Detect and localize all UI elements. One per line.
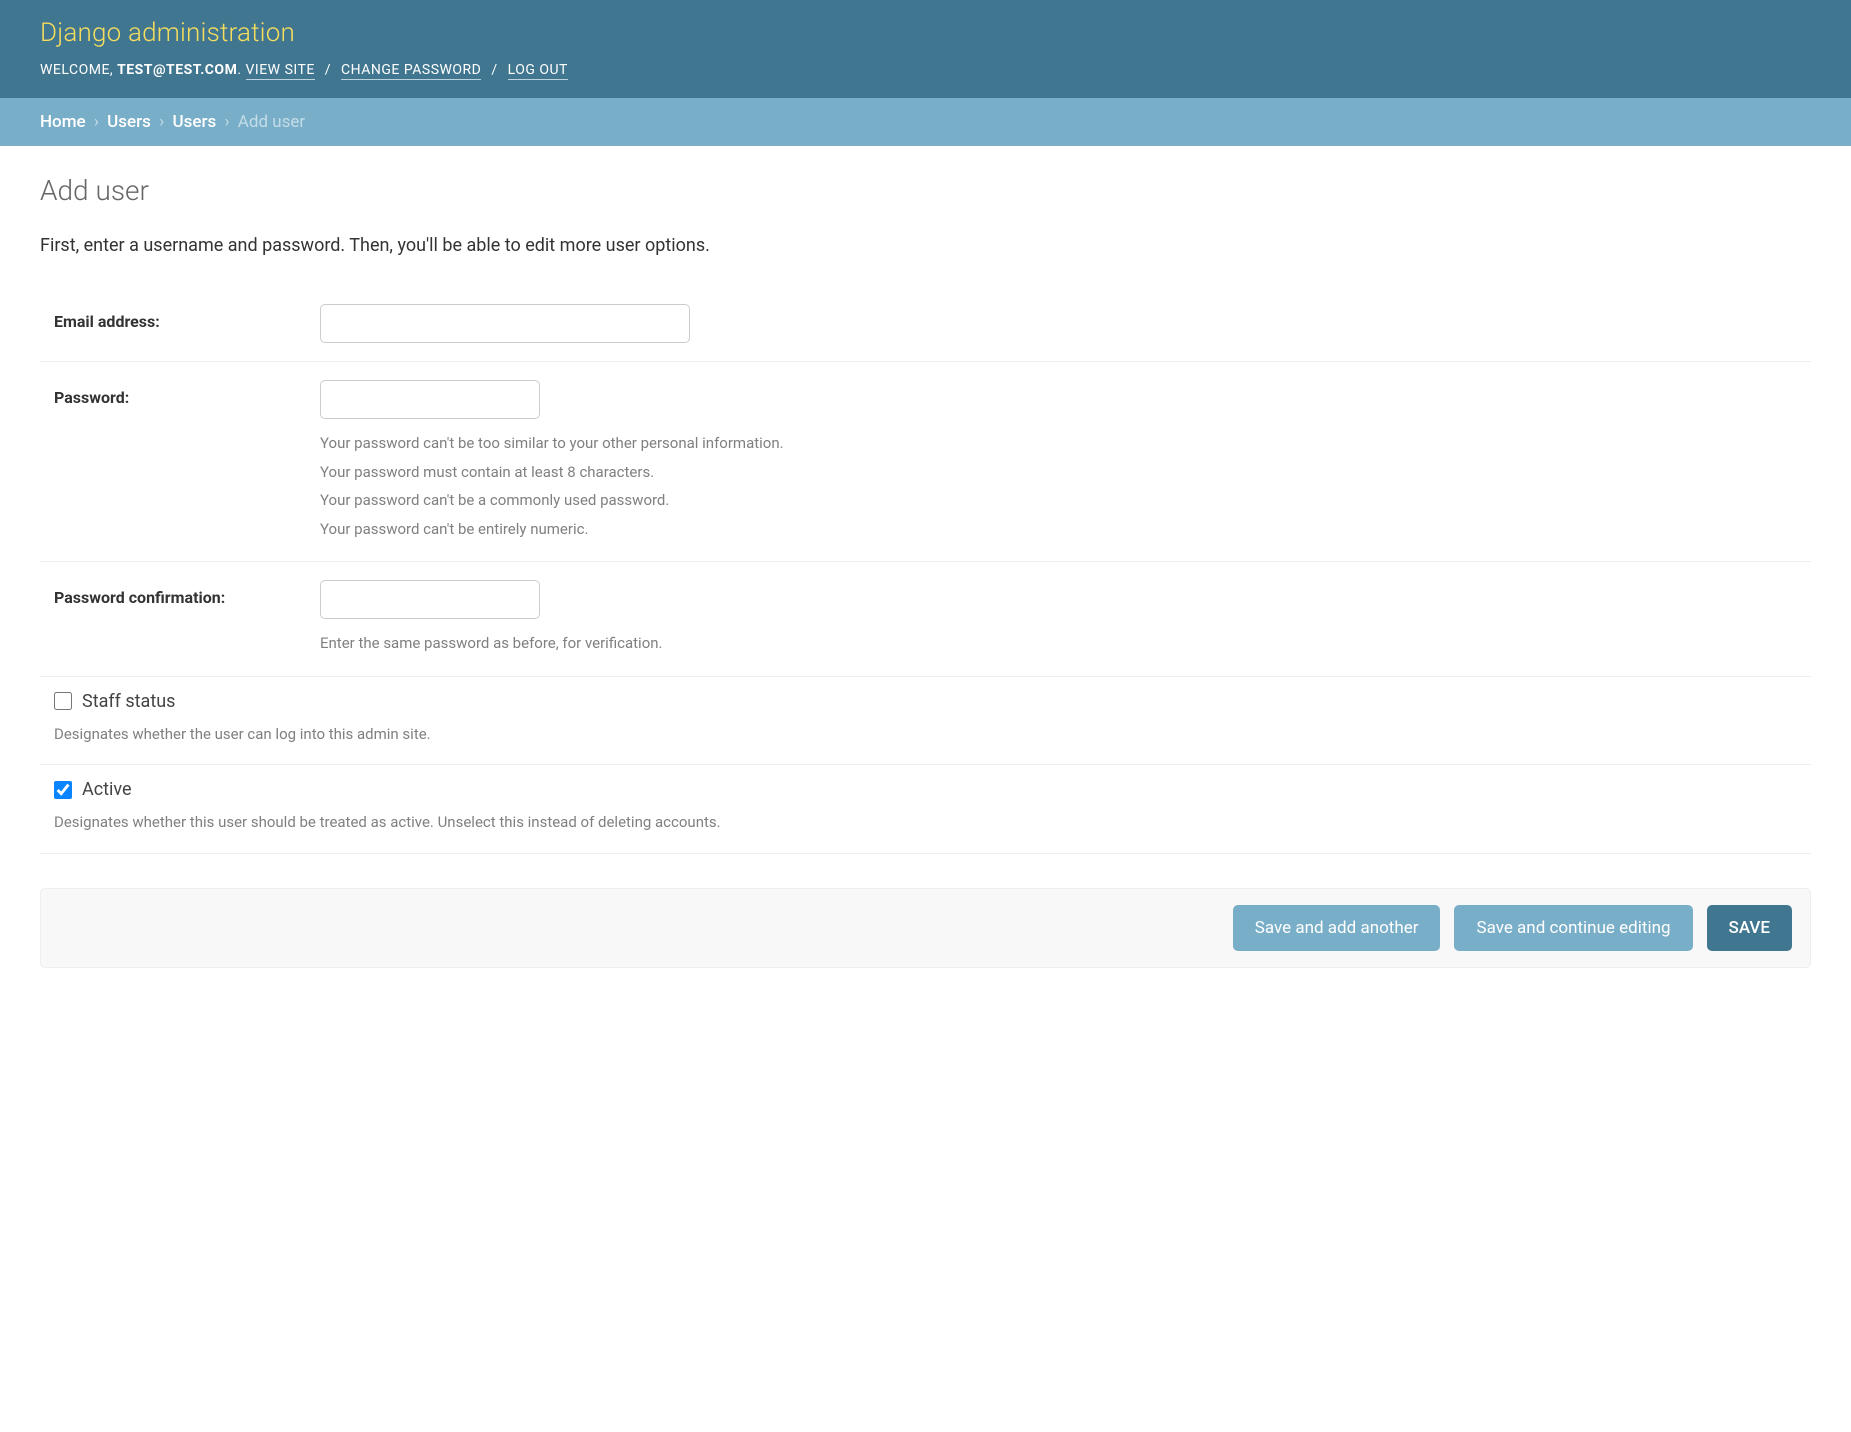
breadcrumb-separator: ›: [90, 112, 103, 132]
breadcrumb: Home › Users › Users › Add user: [0, 98, 1851, 146]
separator: /: [315, 62, 341, 78]
separator: /: [481, 62, 507, 78]
password-row: Password: Your password can't be too sim…: [40, 362, 1811, 562]
email-field[interactable]: [320, 304, 690, 343]
password-help-line: Your password can't be a commonly used p…: [320, 486, 1811, 515]
username: TEST@TEST.COM: [117, 62, 237, 78]
submit-row: Save and add another Save and continue e…: [40, 888, 1811, 968]
save-add-another-button[interactable]: Save and add another: [1233, 905, 1441, 951]
password-help-line: Your password can't be entirely numeric.: [320, 515, 1811, 544]
active-checkbox[interactable]: [54, 781, 72, 799]
breadcrumb-app[interactable]: Users: [107, 112, 151, 132]
password-confirm-label: Password confirmation:: [40, 580, 320, 607]
breadcrumb-separator: ›: [220, 112, 233, 132]
page-title: Add user: [40, 174, 1811, 207]
add-user-form: Email address: Password: Your password c…: [40, 286, 1811, 968]
staff-status-checkbox[interactable]: [54, 692, 72, 710]
active-help: Designates whether this user should be t…: [54, 808, 1811, 837]
password-field[interactable]: [320, 380, 540, 419]
breadcrumb-current: Add user: [238, 112, 305, 132]
intro-text: First, enter a username and password. Th…: [40, 235, 1811, 256]
staff-status-help: Designates whether the user can log into…: [54, 720, 1811, 749]
log-out-link[interactable]: LOG OUT: [508, 62, 568, 80]
password-help: Your password can't be too similar to yo…: [320, 429, 1811, 543]
welcome-text: WELCOME,: [40, 62, 117, 78]
content: Add user First, enter a username and pas…: [0, 146, 1851, 1008]
password-help-line: Your password must contain at least 8 ch…: [320, 458, 1811, 487]
header: Django administration WELCOME, TEST@TEST…: [0, 0, 1851, 98]
view-site-link[interactable]: VIEW SITE: [246, 62, 315, 80]
staff-status-label[interactable]: Staff status: [82, 691, 175, 712]
password-help-line: Your password can't be too similar to yo…: [320, 429, 1811, 458]
breadcrumb-home[interactable]: Home: [40, 112, 86, 132]
breadcrumb-model[interactable]: Users: [172, 112, 216, 132]
password-confirm-help: Enter the same password as before, for v…: [320, 629, 1811, 658]
breadcrumb-separator: ›: [155, 112, 168, 132]
save-continue-editing-button[interactable]: Save and continue editing: [1454, 905, 1692, 951]
branding: Django administration: [40, 18, 1811, 48]
email-row: Email address:: [40, 286, 1811, 362]
active-label[interactable]: Active: [82, 779, 132, 800]
email-label: Email address:: [40, 304, 320, 331]
change-password-link[interactable]: CHANGE PASSWORD: [341, 62, 481, 80]
period: .: [237, 62, 245, 78]
password-confirm-field[interactable]: [320, 580, 540, 619]
password-confirm-row: Password confirmation: Enter the same pa…: [40, 562, 1811, 677]
save-button[interactable]: SAVE: [1707, 905, 1792, 951]
site-title: Django administration: [40, 18, 1811, 48]
user-tools: WELCOME, TEST@TEST.COM. VIEW SITE / CHAN…: [40, 62, 1811, 78]
staff-status-row: Staff status Designates whether the user…: [40, 677, 1811, 766]
password-label: Password:: [40, 380, 320, 407]
active-row: Active Designates whether this user shou…: [40, 765, 1811, 854]
